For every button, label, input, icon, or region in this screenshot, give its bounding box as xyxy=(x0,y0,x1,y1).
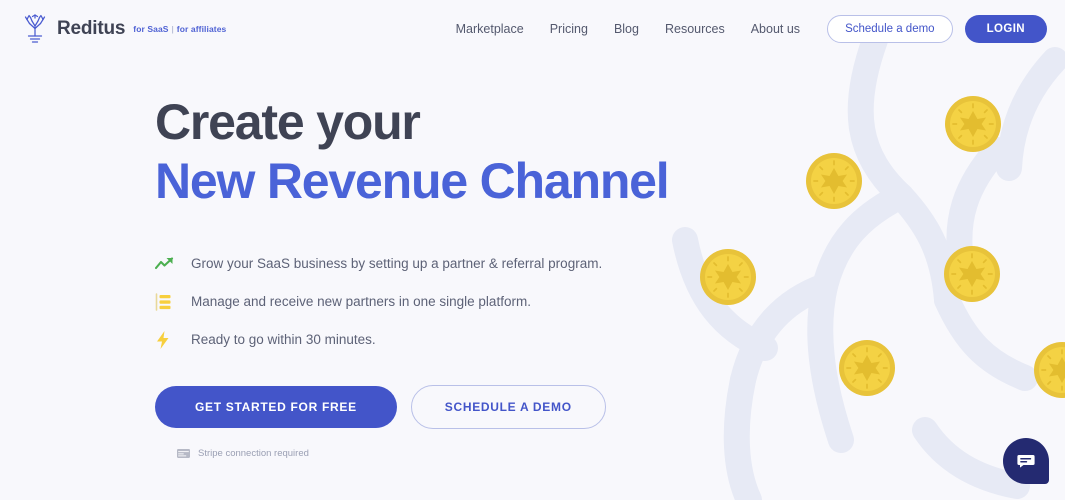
brand-logo[interactable]: Reditus for SaaS | for affiliates xyxy=(22,14,226,44)
brand-name: Reditus xyxy=(57,18,126,39)
coin xyxy=(943,245,1001,303)
branch-strokes xyxy=(672,27,1065,500)
stripe-connection-note: Stripe connection required xyxy=(177,445,668,463)
feature-item-ready: Ready to go within 30 minutes. xyxy=(155,321,668,359)
nav-link-pricing[interactable]: Pricing xyxy=(550,22,588,36)
coin xyxy=(805,152,863,210)
branch-pattern xyxy=(672,27,1065,500)
nav-link-resources[interactable]: Resources xyxy=(665,22,725,36)
chat-message-icon xyxy=(1017,455,1035,468)
site-header: Reditus for SaaS | for affiliates Market… xyxy=(0,0,1065,58)
schedule-demo-button[interactable]: Schedule a demo xyxy=(827,15,953,43)
cta-button-row: GET STARTED FOR FREE SCHEDULE A DEMO xyxy=(155,384,668,429)
nav-link-about-us[interactable]: About us xyxy=(751,22,800,36)
lightning-bolt-icon xyxy=(155,330,181,350)
feature-list: Grow your SaaS business by setting up a … xyxy=(155,245,668,359)
hero-section: Create your New Revenue Channel Grow you… xyxy=(155,94,670,463)
get-started-for-free-button[interactable]: GET STARTED FOR FREE xyxy=(155,385,397,428)
chat-widget-button[interactable] xyxy=(1003,438,1049,484)
landing-page: Reditus for SaaS | for affiliates Market… xyxy=(0,0,1065,500)
nav-link-blog[interactable]: Blog xyxy=(614,22,639,36)
feature-text-grow: Grow your SaaS business by setting up a … xyxy=(191,256,603,271)
feature-item-grow: Grow your SaaS business by setting up a … xyxy=(155,245,668,283)
feature-text-manage: Manage and receive new partners in one s… xyxy=(191,294,531,309)
brand-tagline-separator: | xyxy=(171,24,174,34)
headline-line-1: Create your xyxy=(155,94,421,150)
stripe-card-icon xyxy=(177,445,190,463)
login-button[interactable]: LOGIN xyxy=(964,15,1047,43)
brand-tagline-saas: for SaaS xyxy=(133,24,169,34)
feature-item-manage: Manage and receive new partners in one s… xyxy=(155,283,668,321)
coin xyxy=(699,248,757,306)
nav-link-marketplace[interactable]: Marketplace xyxy=(456,22,524,36)
schedule-a-demo-button[interactable]: SCHEDULE A DEMO xyxy=(410,384,606,429)
list-bars-icon xyxy=(155,292,181,311)
coin xyxy=(944,95,1002,153)
tree-logo-icon xyxy=(24,14,46,43)
headline-line-2: New Revenue Channel xyxy=(155,152,670,209)
coin xyxy=(1033,341,1065,399)
trending-up-icon xyxy=(155,256,181,272)
coin xyxy=(838,339,896,397)
main-navigation: Marketplace Pricing Blog Resources About… xyxy=(443,15,1047,43)
brand-tagline-affiliates: for affiliates xyxy=(176,24,227,34)
feature-text-ready: Ready to go within 30 minutes. xyxy=(191,332,376,347)
stripe-note-text: Stripe connection required xyxy=(198,448,309,459)
